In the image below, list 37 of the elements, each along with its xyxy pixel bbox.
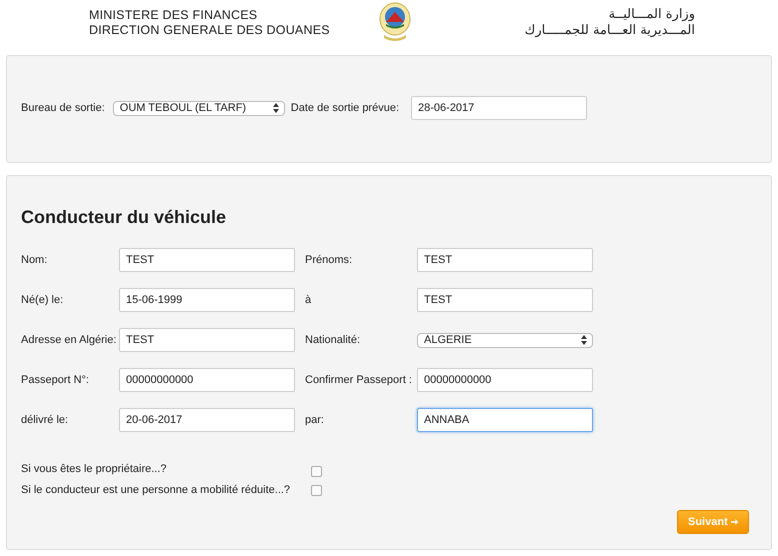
select-field[interactable]: ALGERIE bbox=[417, 332, 593, 348]
checkbox-label: Si vous êtes le propriétaire...? bbox=[21, 462, 168, 474]
field-label: Nom: bbox=[21, 254, 48, 266]
arrow-right-icon bbox=[730, 517, 738, 527]
input-field[interactable]: ANNABA bbox=[417, 408, 593, 432]
ministry-name: MINISTERE DES FINANCES bbox=[89, 8, 258, 23]
field-label: Bureau de sortie: bbox=[21, 102, 105, 114]
input-field[interactable]: 20-06-2017 bbox=[119, 408, 295, 432]
input-field[interactable]: 28-06-2017 bbox=[411, 96, 588, 120]
checkbox-label: Si le conducteur est une personne a mobilité réduite...? bbox=[21, 484, 292, 496]
field-label: Nationalité: bbox=[305, 334, 362, 346]
checkbox[interactable] bbox=[311, 484, 322, 496]
field-label: à bbox=[305, 294, 312, 306]
field-label: Né(e) le: bbox=[21, 294, 64, 306]
input-field[interactable]: 15-06-1999 bbox=[119, 288, 295, 312]
field-label: délivré le: bbox=[21, 414, 70, 426]
input-field[interactable]: TEST bbox=[119, 248, 295, 272]
direction-name: المـــديرية العـــامة للجمـــــارك bbox=[524, 23, 695, 39]
field-label: Adresse en Algérie: bbox=[21, 334, 118, 346]
direction-name: DIRECTION GENERALE DES DOUANES bbox=[89, 23, 331, 38]
field-label: Confirmer Passeport : bbox=[305, 374, 413, 386]
checkbox[interactable] bbox=[311, 466, 322, 477]
input-field[interactable]: 00000000000 bbox=[119, 368, 295, 392]
input-field[interactable]: TEST bbox=[417, 288, 593, 312]
ministry-name: وزارة المـــاليــة bbox=[608, 7, 695, 23]
select-field[interactable]: OUM TEBOUL (EL TARF) bbox=[112, 100, 285, 116]
field-label: Date de sortie prévue: bbox=[290, 102, 400, 114]
updown-arrows-icon bbox=[272, 103, 279, 113]
field-label: par: bbox=[305, 414, 325, 426]
input-field[interactable]: 00000000000 bbox=[417, 368, 593, 392]
input-field[interactable]: TEST bbox=[417, 248, 593, 272]
updown-arrows-icon bbox=[581, 335, 587, 345]
field-label: Passeport N°: bbox=[21, 374, 90, 386]
section-title: Conducteur du véhicule bbox=[21, 207, 228, 228]
input-field[interactable]: TEST bbox=[119, 328, 295, 352]
field-label: Prénoms: bbox=[305, 254, 354, 266]
emblem-icon bbox=[378, 2, 412, 42]
